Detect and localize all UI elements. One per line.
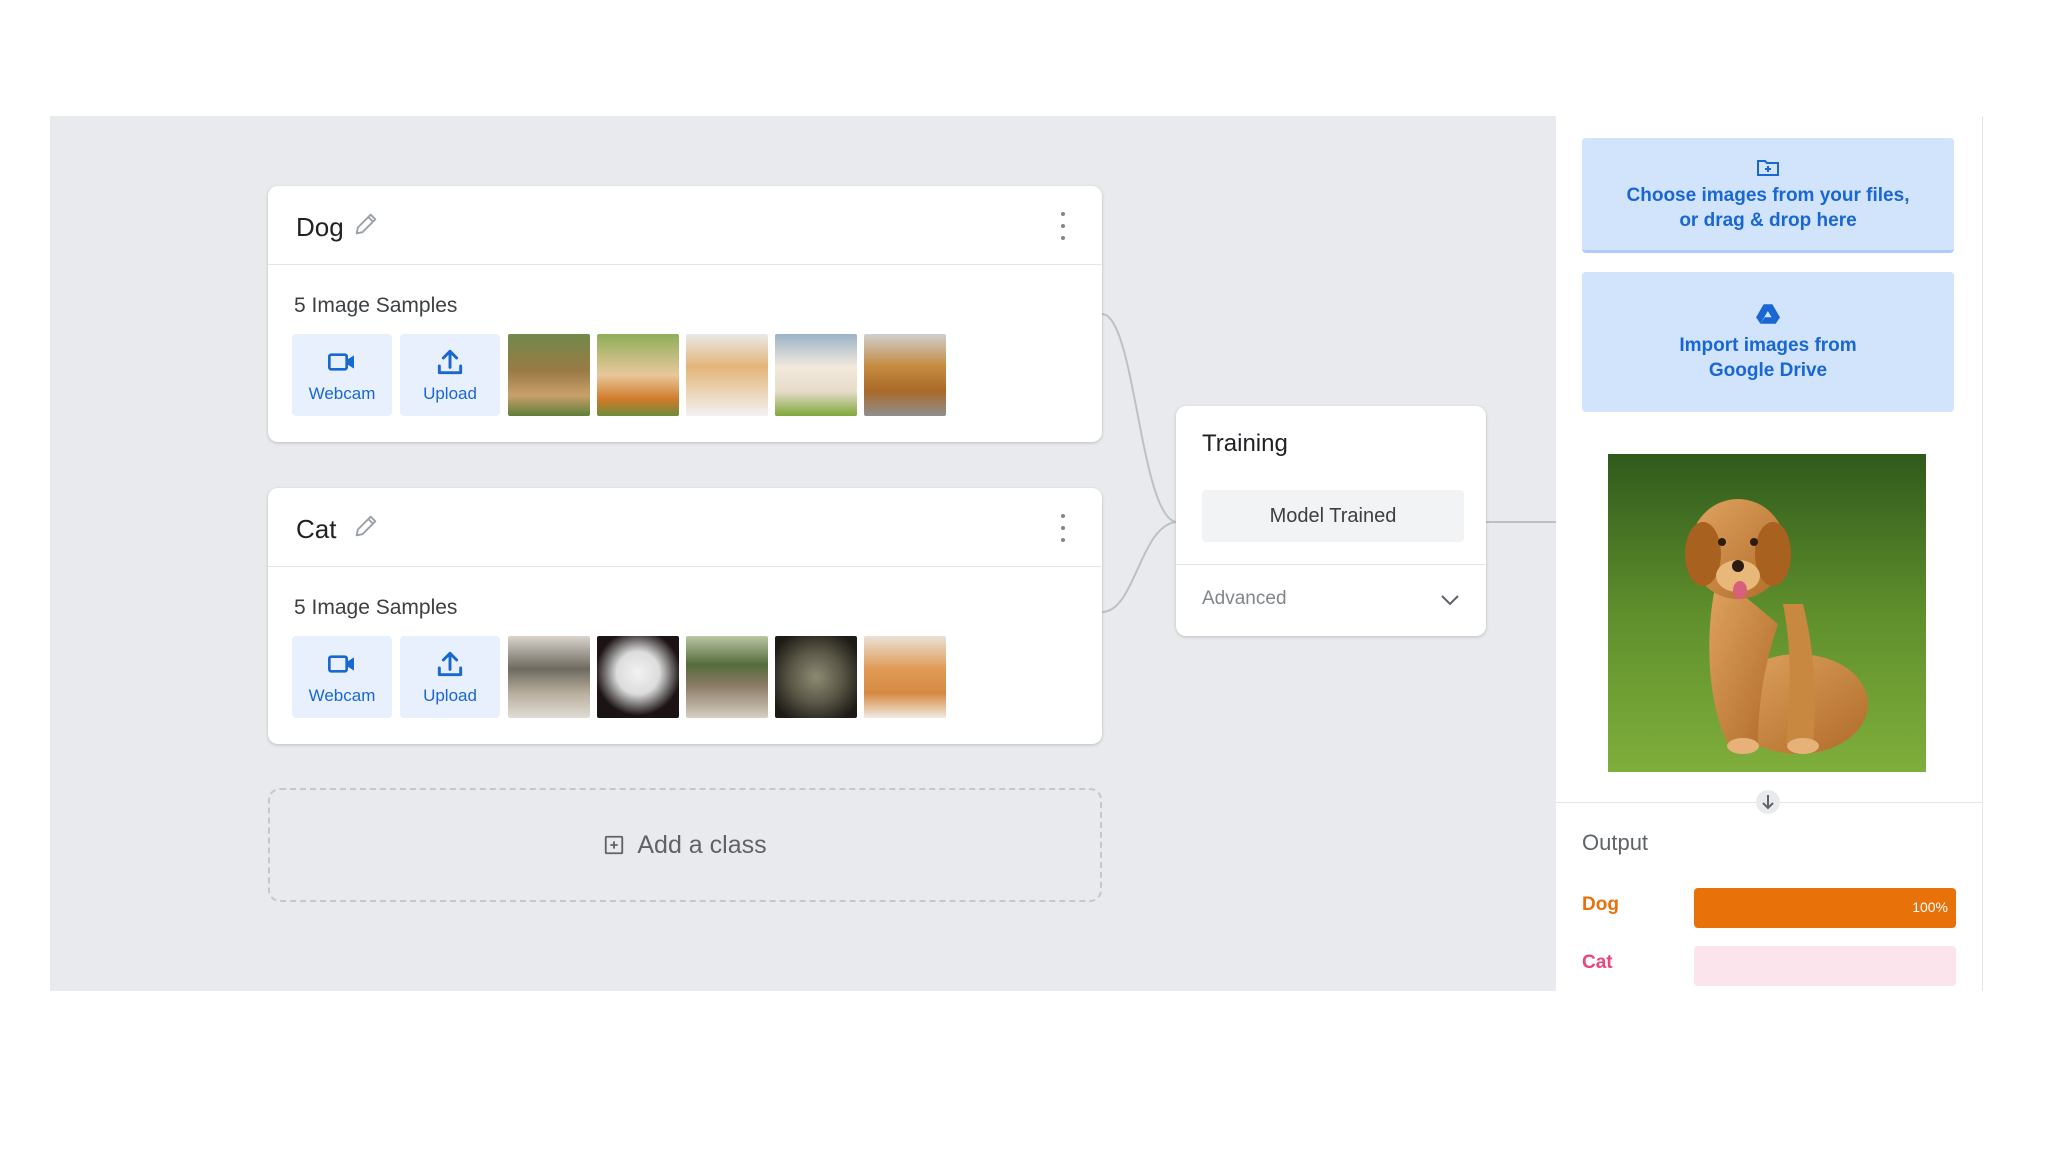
class-card-header: Cat (268, 488, 1102, 567)
output-label-cat: Cat (1582, 952, 1613, 973)
output-label-dog: Dog (1582, 894, 1619, 915)
pencil-icon[interactable] (352, 512, 380, 540)
image-thumbnail-cat-3[interactable] (686, 636, 768, 718)
upload-icon (437, 651, 463, 677)
more-vert-icon[interactable] (1058, 212, 1068, 240)
model-trained-button[interactable]: Model Trained (1202, 490, 1464, 542)
preview-image (1608, 454, 1926, 772)
webcam-button[interactable]: Webcam (292, 636, 392, 718)
image-thumbnail-dog-1[interactable] (508, 334, 590, 416)
confidence-bar-dog: 100% (1694, 888, 1956, 928)
class-name[interactable]: Cat (296, 514, 336, 545)
class-card-dog: Dog 5 Image Samples Webcam Upload (268, 186, 1102, 442)
upload-label: Upload (423, 686, 477, 705)
pencil-icon[interactable] (352, 210, 380, 238)
divider (1176, 564, 1486, 565)
image-thumbnail-dog-2[interactable] (597, 334, 679, 416)
upload-button[interactable]: Upload (400, 636, 500, 718)
choose-files-dropzone[interactable]: Choose images from your files, or drag &… (1582, 138, 1954, 253)
image-thumbnail-cat-4[interactable] (775, 636, 857, 718)
preview-panel: Choose images from your files, or drag &… (1556, 116, 1983, 991)
output-title: Output (1582, 830, 1649, 855)
add-class-label: Add a class (637, 830, 767, 859)
project-canvas: Dog 5 Image Samples Webcam Upload Cat 5 … (50, 116, 1556, 991)
add-box-icon (605, 835, 624, 855)
google-drive-icon (1756, 304, 1780, 324)
image-thumbnail-dog-5[interactable] (864, 334, 946, 416)
folder-add-icon (1757, 160, 1779, 176)
image-thumbnail-cat-1[interactable] (508, 636, 590, 718)
class-name[interactable]: Dog (296, 212, 344, 243)
image-thumbnail-cat-5[interactable] (864, 636, 946, 718)
upload-button[interactable]: Upload (400, 334, 500, 416)
confidence-percent: 100% (1912, 899, 1948, 915)
image-thumbnail-cat-2[interactable] (597, 636, 679, 718)
confidence-bar-cat (1694, 946, 1956, 986)
chevron-down-icon[interactable] (1438, 588, 1462, 612)
class-card-cat: Cat 5 Image Samples Webcam Upload (268, 488, 1102, 744)
choose-files-text: Choose images from your files, or drag &… (1626, 185, 1910, 231)
advanced-toggle[interactable]: Advanced (1202, 588, 1287, 610)
image-thumbnail-dog-4[interactable] (775, 334, 857, 416)
samples-count: 5 Image Samples (294, 294, 458, 317)
webcam-icon (328, 655, 354, 673)
more-vert-icon[interactable] (1058, 514, 1068, 542)
training-card: Training Model Trained Advanced (1176, 406, 1486, 636)
arrow-down-circle-icon (1756, 790, 1780, 814)
training-title: Training (1202, 430, 1288, 457)
image-thumbnail-dog-3[interactable] (686, 334, 768, 416)
import-google-drive-button[interactable]: Import images from Google Drive (1582, 272, 1954, 412)
upload-label: Upload (423, 384, 477, 403)
samples-count: 5 Image Samples (294, 596, 458, 619)
webcam-label: Webcam (308, 384, 376, 403)
class-card-header: Dog (268, 186, 1102, 265)
drive-text: Import images from Google Drive (1679, 335, 1857, 381)
add-class-button[interactable]: Add a class (268, 788, 1102, 902)
webcam-button[interactable]: Webcam (292, 334, 392, 416)
webcam-icon (328, 353, 354, 371)
upload-icon (437, 349, 463, 375)
webcam-label: Webcam (308, 686, 376, 705)
